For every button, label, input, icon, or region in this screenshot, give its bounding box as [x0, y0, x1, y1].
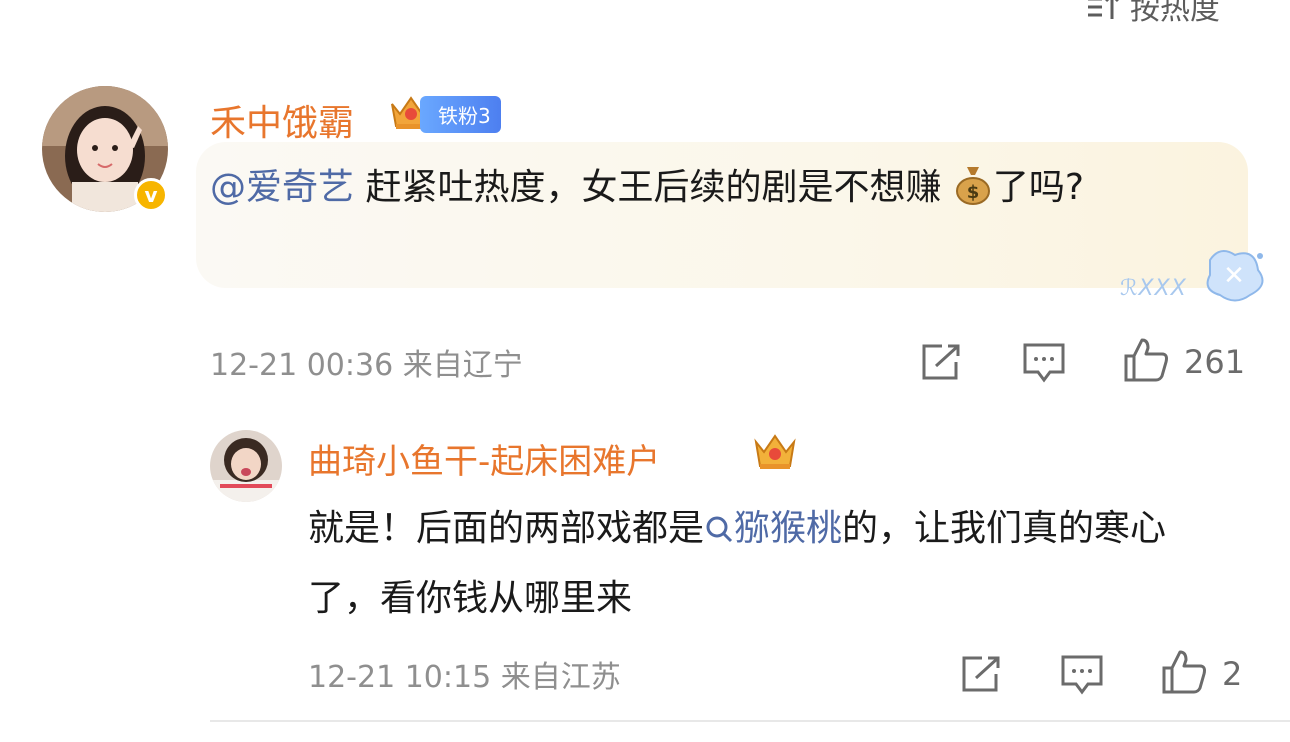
- comment-button[interactable]: [1022, 342, 1066, 388]
- like-button[interactable]: 261: [1122, 336, 1245, 388]
- reply-time: 12-21 10:15: [308, 660, 492, 695]
- sort-by-hot-button[interactable]: 按热度: [1086, 0, 1220, 27]
- mention-link[interactable]: @爱奇艺: [210, 167, 354, 208]
- comment-button[interactable]: [1060, 654, 1104, 700]
- money-bag-icon: $: [953, 162, 993, 226]
- reply-location: 来自江苏: [500, 660, 621, 695]
- share-button[interactable]: [920, 342, 964, 386]
- reply-text: 就是！后面的两部戏都是 猕猴桃的，让我们真的寒心了，看你钱从哪里来: [308, 494, 1238, 634]
- fan-badge[interactable]: 铁粉3: [388, 94, 501, 134]
- divider: [210, 720, 1290, 722]
- thumbs-up-icon: [1122, 336, 1170, 388]
- share-icon: [960, 654, 1004, 698]
- svg-text:✕: ✕: [1223, 261, 1245, 291]
- comment-icon: [1022, 342, 1066, 388]
- share-icon: [920, 342, 964, 386]
- like-count: 261: [1184, 343, 1246, 381]
- comment-icon: [1060, 654, 1104, 700]
- reply-meta: 12-21 10:15 来自江苏: [308, 652, 621, 696]
- topic-label: 猕猴桃: [734, 508, 843, 549]
- like-count: 2: [1222, 655, 1243, 693]
- svg-text:$: $: [967, 182, 980, 203]
- thumbs-up-icon: [1160, 648, 1208, 700]
- sort-label: 按热度: [1130, 0, 1220, 27]
- search-icon: [704, 508, 734, 549]
- reply-username[interactable]: 曲琦小鱼干-起床困难户: [308, 434, 660, 483]
- comment-text: @爱奇艺 赶紧吐热度，女王后续的剧是不想赚 $ 了吗?: [210, 156, 1240, 226]
- comment-location: 来自辽宁: [402, 348, 523, 383]
- comment-text-part: 了吗?: [992, 167, 1085, 208]
- fan-level-label: 铁粉3: [420, 95, 501, 133]
- sort-icon: [1086, 0, 1120, 21]
- share-button[interactable]: [960, 654, 1004, 698]
- like-button[interactable]: 2: [1160, 648, 1242, 700]
- reply-avatar[interactable]: [210, 430, 282, 502]
- comment-meta: 12-21 00:36 来自辽宁: [210, 340, 523, 384]
- topic-link[interactable]: 猕猴桃: [704, 508, 842, 549]
- sticker-text: ℛXXX: [1120, 276, 1187, 301]
- username[interactable]: 禾中饿霸: [210, 94, 354, 146]
- reply-text-part: 就是！后面的两部戏都是: [308, 508, 705, 549]
- verified-badge-icon: v: [134, 178, 168, 212]
- comment-time: 12-21 00:36: [210, 348, 394, 383]
- crown-icon: [752, 430, 798, 478]
- comment-text-part: 赶紧吐热度，女王后续的剧是不想赚: [354, 167, 942, 208]
